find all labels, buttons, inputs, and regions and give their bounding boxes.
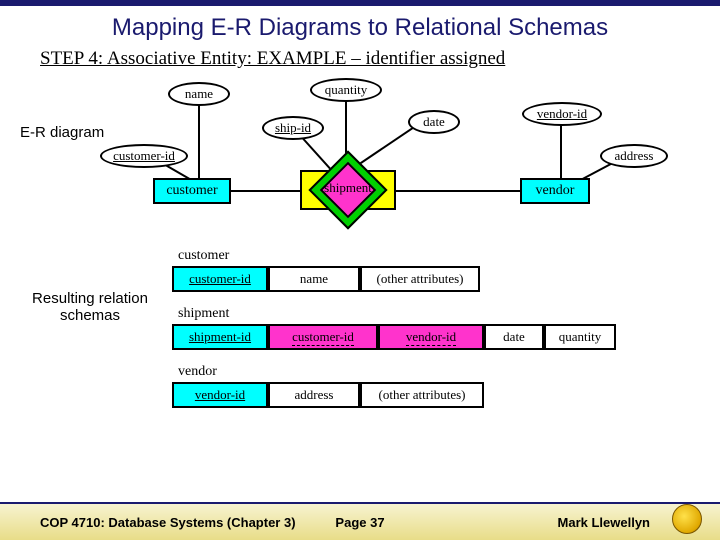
customer-col-0: customer-id bbox=[172, 266, 268, 292]
vendor-col-0: vendor-id bbox=[172, 382, 268, 408]
attr-quantity: quantity bbox=[310, 78, 382, 102]
customer-col-2: (other attributes) bbox=[360, 266, 480, 292]
customer-col-1: name bbox=[268, 266, 360, 292]
table-vendor-title: vendor bbox=[178, 364, 217, 380]
diagram-area: E-R diagram Resulting relation schemas n… bbox=[0, 70, 720, 440]
er-diagram-label: E-R diagram bbox=[20, 124, 104, 141]
slide-title: Mapping E-R Diagrams to Relational Schem… bbox=[0, 14, 720, 42]
attr-vendor-id: vendor-id bbox=[522, 102, 602, 126]
attr-date: date bbox=[408, 110, 460, 134]
line-vendorid-vendor bbox=[560, 125, 562, 180]
shipment-col-0: shipment-id bbox=[172, 324, 268, 350]
line-customer-shipment bbox=[225, 190, 305, 192]
table-customer-title: customer bbox=[178, 248, 229, 264]
title-bar bbox=[0, 0, 720, 6]
entity-vendor: vendor bbox=[520, 178, 590, 204]
line-name-customer bbox=[198, 105, 200, 180]
footer-course: COP 4710: Database Systems (Chapter 3) bbox=[40, 515, 296, 530]
entity-customer: customer bbox=[153, 178, 231, 204]
footer-author: Mark Llewellyn bbox=[558, 515, 650, 530]
vendor-col-1: address bbox=[268, 382, 360, 408]
slide-subtitle: STEP 4: Associative Entity: EXAMPLE – id… bbox=[40, 48, 720, 70]
line-shipment-vendor bbox=[396, 190, 524, 192]
attr-ship-id: ship-id bbox=[262, 116, 324, 140]
shipment-col-2: vendor-id bbox=[378, 324, 484, 350]
resulting-schemas-label: Resulting relation schemas bbox=[20, 290, 160, 324]
shipment-col-4: quantity bbox=[544, 324, 616, 350]
footer-bar: COP 4710: Database Systems (Chapter 3) P… bbox=[0, 502, 720, 540]
vendor-col-2: (other attributes) bbox=[360, 382, 484, 408]
attr-name: name bbox=[168, 82, 230, 106]
assoc-entity-shipment-label: shipment bbox=[300, 180, 396, 196]
shipment-col-3: date bbox=[484, 324, 544, 350]
attr-customer-id: customer-id bbox=[100, 144, 188, 168]
attr-address: address bbox=[600, 144, 668, 168]
footer-page: Page 37 bbox=[335, 515, 384, 530]
table-shipment-title: shipment bbox=[178, 306, 229, 322]
crest-icon bbox=[672, 504, 702, 534]
shipment-col-1: customer-id bbox=[268, 324, 378, 350]
